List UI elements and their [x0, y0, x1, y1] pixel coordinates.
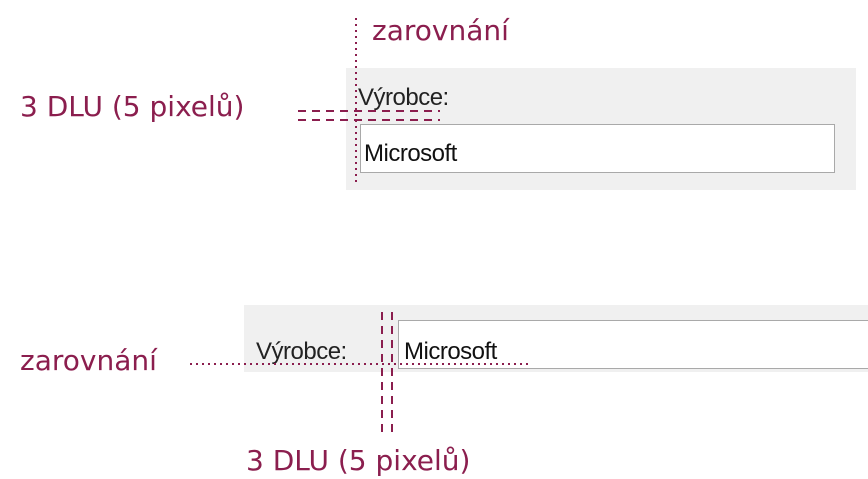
guide-lines	[190, 18, 528, 432]
